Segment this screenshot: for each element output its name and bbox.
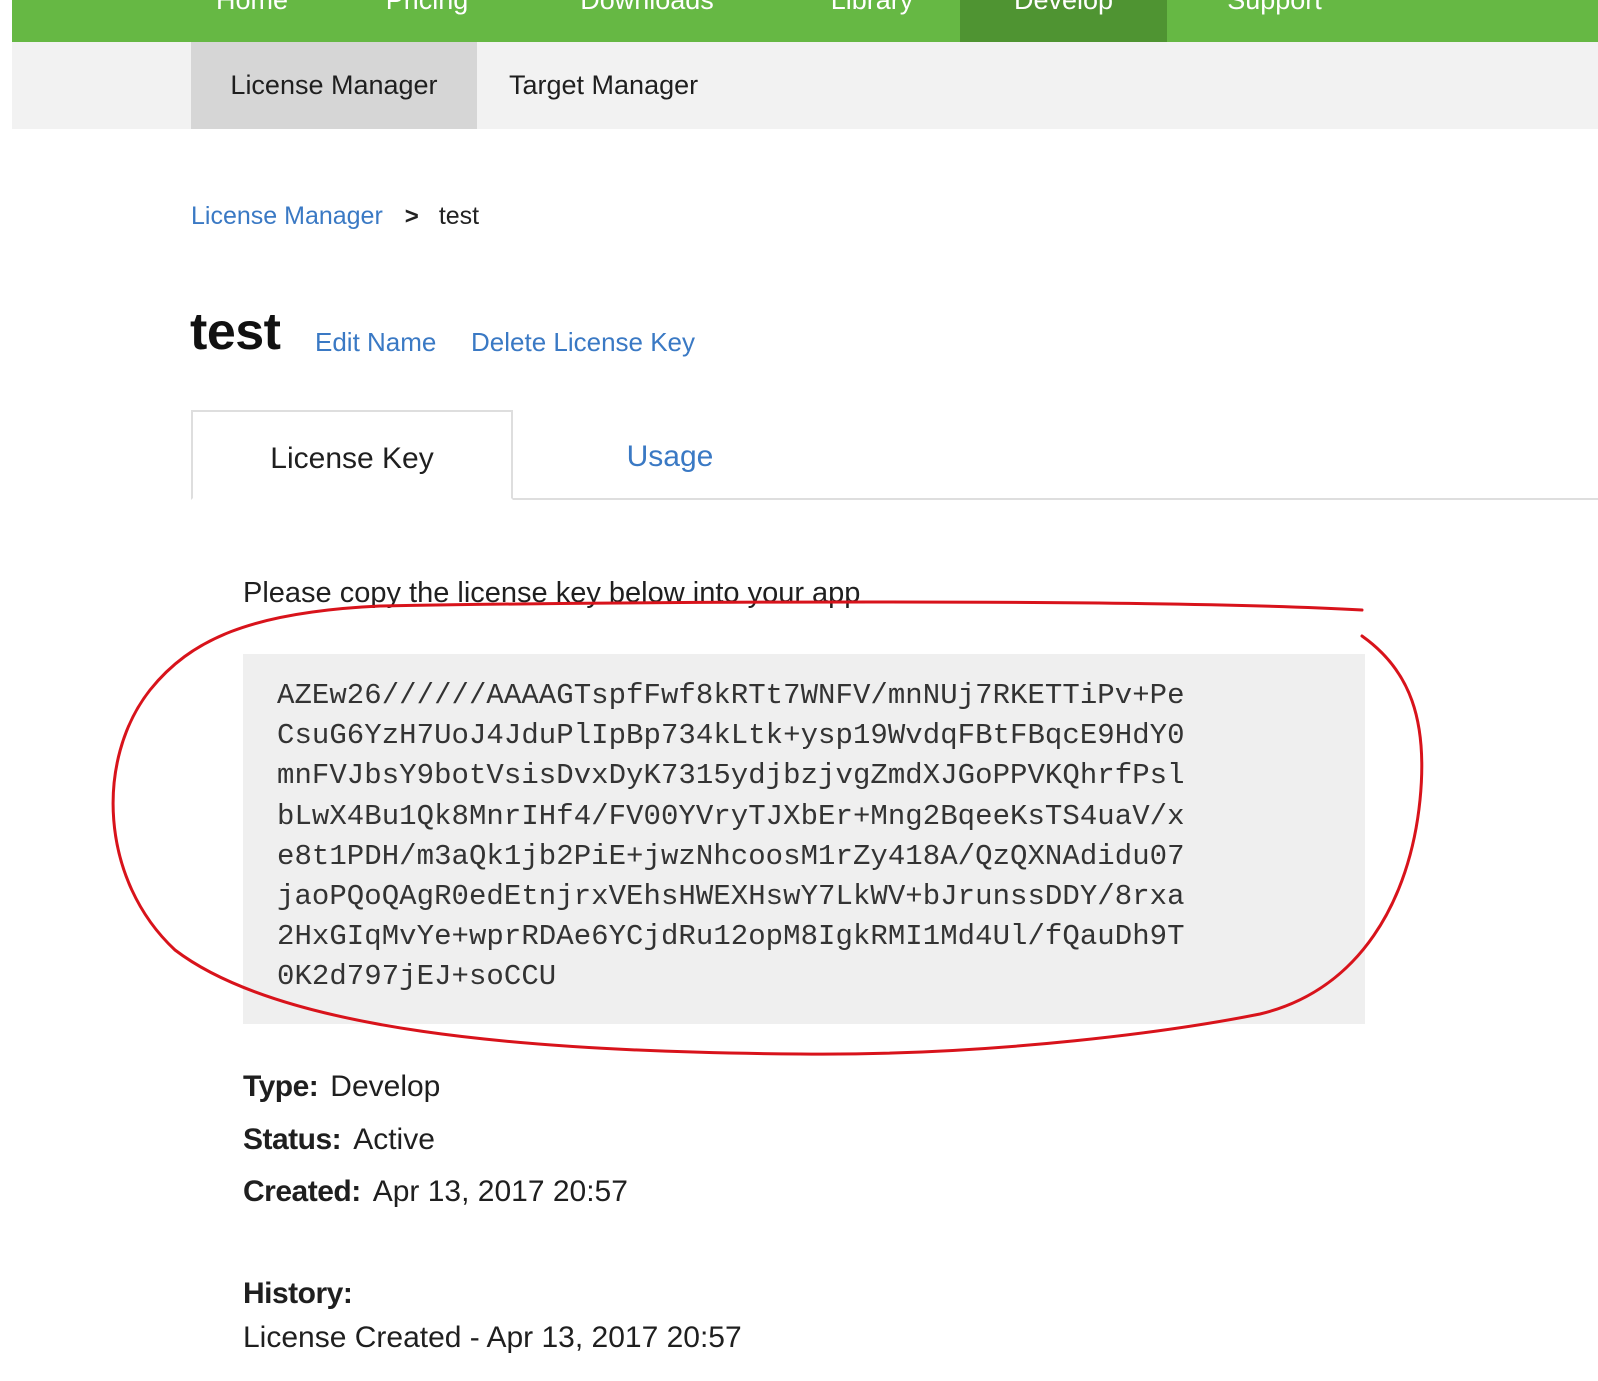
topnav-item-library[interactable]: Library bbox=[787, 0, 957, 42]
breadcrumb-separator-icon: > bbox=[404, 203, 419, 230]
breadcrumb: License Manager > test bbox=[191, 198, 479, 234]
license-key-box[interactable]: AZEw26//////AAAAGTspfFwf8kRTt7WNFV/mnNUj… bbox=[243, 654, 1365, 1024]
tab-license-key[interactable]: License Key bbox=[191, 410, 513, 500]
page-title: test bbox=[190, 303, 281, 361]
detail-history-label: History: bbox=[243, 1277, 353, 1310]
detail-created-label: Created: bbox=[243, 1175, 361, 1208]
topnav-item-develop[interactable]: Develop bbox=[960, 0, 1167, 42]
tab-usage[interactable]: Usage bbox=[560, 410, 780, 500]
top-nav: Home Pricing Downloads Library Develop S… bbox=[12, 0, 1598, 42]
license-key-line: 0K2d797jEJ+soCCU bbox=[277, 960, 557, 994]
detail-created-value: Apr 13, 2017 20:57 bbox=[372, 1175, 628, 1208]
subnav-item-license-manager[interactable]: License Manager bbox=[191, 42, 477, 129]
detail-history: History: bbox=[243, 1274, 364, 1314]
topnav-item-downloads[interactable]: Downloads bbox=[532, 0, 762, 42]
license-key-line: 2HxGIqMvYe+wprRDAe6YCjdRu12opM8IgkRMI1Md… bbox=[277, 920, 1185, 954]
detail-type-value: Develop bbox=[330, 1070, 441, 1103]
breadcrumb-current: test bbox=[438, 202, 480, 230]
detail-status-label: Status: bbox=[243, 1123, 342, 1156]
history-entry: License Created - Apr 13, 2017 20:57 bbox=[243, 1321, 742, 1354]
topnav-item-support[interactable]: Support bbox=[1182, 0, 1367, 42]
detail-status: Status: Active bbox=[243, 1120, 435, 1160]
license-key-line: bLwX4Bu1Qk8MnrIHf4/FV00YVryTJXbEr+Mng2Bq… bbox=[277, 799, 1185, 833]
page: Home Pricing Downloads Library Develop S… bbox=[0, 0, 1598, 1381]
license-key-line: mnFVJbsY9botVsisDvxDyK7315ydjbzjvgZmdXJG… bbox=[277, 759, 1185, 793]
topnav-item-home[interactable]: Home bbox=[172, 0, 332, 42]
key-instructions: Please copy the license key below into y… bbox=[243, 577, 861, 609]
edit-name-link[interactable]: Edit Name bbox=[315, 322, 436, 362]
sub-nav: License Manager Target Manager bbox=[12, 42, 1598, 129]
topnav-item-pricing[interactable]: Pricing bbox=[342, 0, 512, 42]
subnav-item-target-manager[interactable]: Target Manager bbox=[509, 42, 749, 129]
license-key-line: jaoPQoQAgR0edEtnjrxVEhsHWEXHswY7LkWV+bJr… bbox=[277, 880, 1185, 914]
detail-type-label: Type: bbox=[243, 1070, 319, 1103]
license-key-line: e8t1PDH/m3aQk1jb2PiE+jwzNhcoosM1rZy418A/… bbox=[277, 839, 1185, 873]
delete-license-key-link[interactable]: Delete License Key bbox=[471, 322, 695, 362]
breadcrumb-link-license-manager[interactable]: License Manager bbox=[191, 202, 383, 230]
detail-created: Created: Apr 13, 2017 20:57 bbox=[243, 1172, 628, 1212]
license-key-line: AZEw26//////AAAAGTspfFwf8kRTt7WNFV/mnNUj… bbox=[277, 679, 1185, 712]
detail-status-value: Active bbox=[353, 1123, 435, 1156]
detail-type: Type: Develop bbox=[243, 1067, 440, 1107]
license-key-line: CsuG6YzH7UoJ4JduPlIpBp734kLtk+ysp19WvdqF… bbox=[277, 719, 1185, 753]
